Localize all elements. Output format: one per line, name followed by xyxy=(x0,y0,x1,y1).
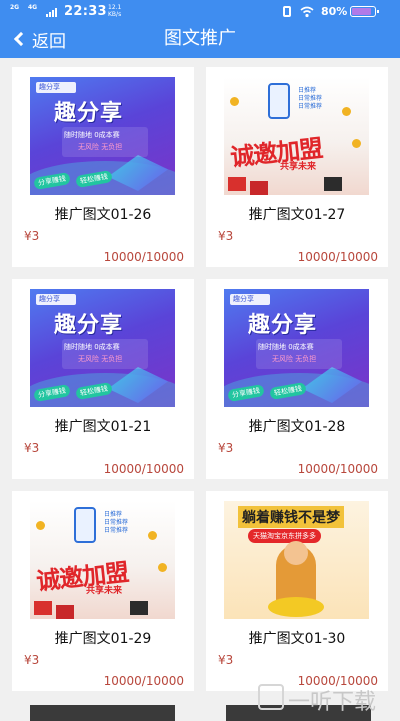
network-label-2: 4G xyxy=(28,4,38,11)
header-bar: 2G 4G 22:33 12.1 KB/s 80% 图文推广 返回 xyxy=(0,0,400,58)
thumbnail-logo: 趣分享 xyxy=(36,82,76,93)
nav-bar: 图文推广 返回 xyxy=(0,22,400,58)
watermark-logo-icon xyxy=(258,684,284,710)
thumbnail-line2: 无风险 无负担 xyxy=(272,355,317,363)
back-button[interactable]: 返回 xyxy=(12,26,66,52)
item-price: ¥3 xyxy=(218,229,234,243)
item-card[interactable]: 趣分享 趣分享 随时随地 0成本赛 无风险 无负担 分享赚钱 轻松赚钱 推广图文… xyxy=(12,279,194,479)
thumbnail-line2: 无风险 无负担 xyxy=(78,143,123,151)
item-name: 推广图文01-26 xyxy=(54,207,152,223)
thumbnail-logo: 趣分享 xyxy=(230,294,270,305)
phone-icon xyxy=(268,83,290,119)
item-thumbnail: 趣分享 趣分享 随时随地 0成本赛 无风险 无负担 分享赚钱 轻松赚钱 xyxy=(224,289,369,407)
battery-percent: 80% xyxy=(321,5,348,18)
item-thumbnail: 躺着赚钱不是梦 天猫淘宝京东拼多多 xyxy=(224,501,369,619)
item-card[interactable]: 日推荐 日常推荐 日常推荐 诚邀加盟 共享未来 推广图文01-27 ¥3 10000… xyxy=(206,67,388,267)
thumbnail-tags: 日推荐 日常推荐 日常推荐 xyxy=(298,87,323,110)
item-grid: 趣分享 趣分享 随时随地 0成本赛 无风险 无负担 分享赚钱 轻松赚钱 推广图文… xyxy=(12,67,388,691)
network-speed-value: 12.1 xyxy=(108,4,122,11)
thumbnail-sub: 天猫淘宝京东拼多多 xyxy=(248,529,321,543)
thumbnail-sub: 共享未来 xyxy=(280,162,317,172)
thumbnail-line1: 随时随地 0成本赛 xyxy=(64,131,120,139)
item-name: 推广图文01-27 xyxy=(248,207,346,223)
item-price: ¥3 xyxy=(24,441,40,455)
signal-icon xyxy=(46,8,58,17)
battery-icon xyxy=(350,6,379,17)
watermark: 一听下载 xyxy=(288,690,377,715)
item-thumbnail: 日推荐 日常推荐 日常推荐 诚邀加盟 共享未来 xyxy=(224,77,369,195)
thumbnail-line1: 随时随地 0成本赛 xyxy=(64,343,120,351)
thumbnail-headline: 躺着赚钱不是梦 xyxy=(238,506,344,528)
status-bar: 2G 4G 22:33 12.1 KB/s 80% xyxy=(0,0,400,22)
thumbnail-line1: 随时随地 0成本赛 xyxy=(258,343,314,351)
item-card[interactable]: 趣分享 趣分享 随时随地 0成本赛 无风险 无负担 分享赚钱 轻松赚钱 推广图文… xyxy=(206,279,388,479)
item-price: ¥3 xyxy=(218,441,234,455)
network-label-1: 2G xyxy=(10,4,20,11)
item-stock: 10000/10000 xyxy=(103,462,184,476)
phone-icon xyxy=(74,507,96,543)
chevron-left-icon xyxy=(13,31,29,47)
thumbnail-line2: 无风险 无负担 xyxy=(78,355,123,363)
item-stock: 10000/10000 xyxy=(297,250,378,264)
item-name: 推广图文01-29 xyxy=(54,631,152,647)
vibrate-icon xyxy=(283,6,291,17)
wifi-icon xyxy=(300,6,314,18)
back-label: 返回 xyxy=(32,31,66,52)
item-card[interactable]: 日推荐 日常推荐 日常推荐 诚邀加盟 共享未来 推广图文01-29 ¥3 10000… xyxy=(12,491,194,691)
item-card[interactable]: 躺着赚钱不是梦 天猫淘宝京东拼多多 推广图文01-30 ¥3 10000/100… xyxy=(206,491,388,691)
thumbnail-headline: 趣分享 xyxy=(248,313,318,338)
item-stock: 10000/10000 xyxy=(297,462,378,476)
item-price: ¥3 xyxy=(218,653,234,667)
item-card[interactable]: 趣分享 趣分享 随时随地 0成本赛 无风险 无负担 分享赚钱 轻松赚钱 推广图文… xyxy=(12,67,194,267)
item-price: ¥3 xyxy=(24,229,40,243)
item-thumbnail: 日推荐 日常推荐 日常推荐 诚邀加盟 共享未来 xyxy=(30,501,175,619)
clock: 22:33 xyxy=(64,4,107,19)
item-name: 推广图文01-30 xyxy=(248,631,346,647)
item-thumbnail: 趣分享 趣分享 随时随地 0成本赛 无风险 无负担 分享赚钱 轻松赚钱 xyxy=(30,289,175,407)
item-price: ¥3 xyxy=(24,653,40,667)
thumbnail-tags: 日推荐 日常推荐 日常推荐 xyxy=(104,511,129,534)
network-speed: 12.1 KB/s xyxy=(108,4,121,18)
item-stock: 10000/10000 xyxy=(103,674,184,688)
partial-thumbnail xyxy=(30,705,175,721)
thumbnail-headline: 趣分享 xyxy=(54,313,124,338)
item-name: 推广图文01-21 xyxy=(54,419,152,435)
item-thumbnail: 趣分享 趣分享 随时随地 0成本赛 无风险 无负担 分享赚钱 轻松赚钱 xyxy=(30,77,175,195)
thumbnail-sub: 共享未来 xyxy=(86,586,123,596)
thumbnail-headline: 趣分享 xyxy=(54,101,124,126)
network-speed-unit: KB/s xyxy=(108,11,122,18)
thumbnail-logo: 趣分享 xyxy=(36,294,76,305)
item-name: 推广图文01-28 xyxy=(248,419,346,435)
item-stock: 10000/10000 xyxy=(103,250,184,264)
